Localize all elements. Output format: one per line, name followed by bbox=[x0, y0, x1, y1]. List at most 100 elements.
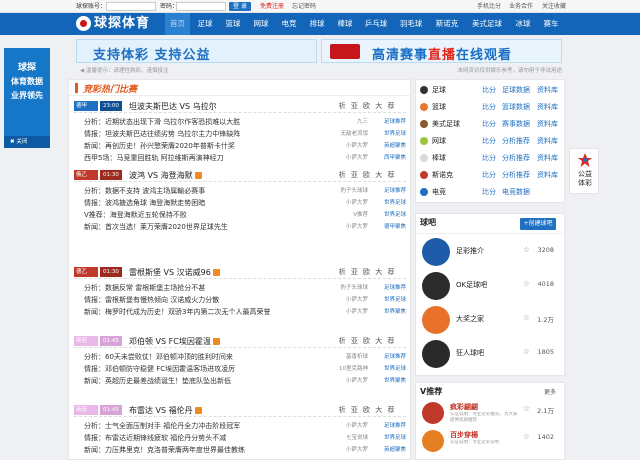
sport-database-link[interactable]: 资料库 bbox=[537, 82, 558, 98]
news-author[interactable]: 小萨大罗 bbox=[346, 140, 368, 152]
sport-name[interactable]: 美式足球 bbox=[432, 116, 460, 132]
news-source[interactable]: 世界足球 bbox=[384, 209, 406, 221]
sport-data-link[interactable]: 足球数据 bbox=[502, 82, 530, 98]
forum-name[interactable]: 狂人球吧 bbox=[456, 348, 484, 358]
left-floating-ad[interactable]: 球探 体育数据 业界领先 ✖ 关闭 bbox=[4, 48, 50, 148]
news-source[interactable]: 世界聚焦 bbox=[384, 306, 406, 318]
sport-data-link[interactable]: 赛事数据 bbox=[502, 116, 530, 132]
business-link[interactable]: 业务合作 bbox=[509, 2, 533, 11]
v-name[interactable]: 疯彩翩翩 bbox=[450, 402, 478, 412]
password-input[interactable] bbox=[176, 2, 226, 11]
league-tag[interactable]: 德乙 bbox=[74, 267, 98, 277]
forum-item[interactable]: OK足球吧 ☆ 4018 bbox=[420, 270, 564, 302]
sport-score-link[interactable]: 比分 bbox=[482, 150, 496, 166]
forgot-password-link[interactable]: 忘记密码 bbox=[292, 2, 316, 11]
news-author[interactable]: 九三 bbox=[357, 116, 368, 128]
nav-racing[interactable]: 赛车 bbox=[538, 13, 564, 35]
account-input[interactable] bbox=[106, 2, 156, 11]
news-source[interactable]: 世界聚焦 bbox=[384, 375, 406, 387]
sport-score-link[interactable]: 比分 bbox=[482, 167, 496, 183]
news-author[interactable]: 小萨大罗 bbox=[346, 294, 368, 306]
sport-database-link[interactable]: 资料库 bbox=[537, 116, 558, 132]
sport-score-link[interactable]: 比分 bbox=[482, 99, 496, 115]
sport-database-link[interactable]: 资料库 bbox=[537, 99, 558, 115]
news-author[interactable]: 豹子头球球 bbox=[340, 282, 368, 294]
news-author[interactable]: 小萨大罗 bbox=[346, 197, 368, 209]
sport-data-link[interactable]: 电竞数据 bbox=[502, 184, 530, 200]
news-source[interactable]: 世界足球 bbox=[384, 128, 406, 140]
login-button[interactable]: 登 录 bbox=[229, 2, 251, 11]
nav-tennis[interactable]: 网球 bbox=[248, 13, 274, 35]
forum-name[interactable]: OK足球吧 bbox=[456, 280, 487, 290]
nav-volleyball[interactable]: 排球 bbox=[304, 13, 330, 35]
match-quick-links[interactable]: 析 亚 欧 大 荐 bbox=[339, 100, 396, 113]
news-source[interactable]: 世界足球 bbox=[384, 363, 406, 375]
forum-item[interactable]: 足彩推介 ☆ 3208 bbox=[420, 236, 564, 268]
sport-score-link[interactable]: 比分 bbox=[482, 82, 496, 98]
news-source[interactable]: 德甲聚焦 bbox=[384, 221, 406, 233]
forum-item[interactable]: 大奖之家 ☆ 1.2万 bbox=[420, 304, 564, 336]
mobile-score-link[interactable]: 手机比分 bbox=[477, 2, 501, 11]
news-author[interactable]: 小萨大罗 bbox=[346, 221, 368, 233]
news-author[interactable]: 豹子头球球 bbox=[340, 185, 368, 197]
create-forum-button[interactable]: +创建球吧 bbox=[520, 218, 556, 230]
match-name[interactable]: 布雷达 VS 福伦丹 bbox=[129, 404, 202, 417]
news-source[interactable]: 世界足球 bbox=[384, 197, 406, 209]
news-source[interactable]: 西甲聚焦 bbox=[384, 152, 406, 164]
news-source[interactable]: 足球推荐 bbox=[384, 185, 406, 197]
nav-badminton[interactable]: 羽毛球 bbox=[394, 13, 428, 35]
news-title[interactable]: 西甲5场：马竞重回胜轨 阿拉维斯再演神经刀 bbox=[84, 152, 224, 164]
match-name[interactable]: 坦波夫斯巴达 VS 乌拉尔 bbox=[129, 100, 217, 113]
league-tag[interactable]: 英冠 bbox=[74, 405, 98, 415]
news-title[interactable]: 情报：邓伯顿防守稳健 FC埃因霍温客场进攻凌厉 bbox=[84, 363, 235, 375]
favorite-link[interactable]: 关注收藏 bbox=[542, 2, 566, 11]
v-recommend-more-link[interactable]: 更多 bbox=[544, 387, 556, 396]
star-icon[interactable]: ☆ bbox=[523, 313, 530, 322]
news-title[interactable]: 情报：雷根斯堡有慢热倾向 汉诺威火力分散 bbox=[84, 294, 219, 306]
news-title[interactable]: 分析：近期状态出现下滑 乌拉尔作客恐损难以大胜 bbox=[84, 116, 240, 128]
news-source[interactable]: 英超聚焦 bbox=[384, 140, 406, 152]
news-author[interactable]: 小萨大罗 bbox=[346, 306, 368, 318]
news-title[interactable]: 分析：60天未尝败仗！邓伯顿冲顶的胜利时间来 bbox=[84, 351, 233, 363]
news-source[interactable]: 世界足球 bbox=[384, 432, 406, 444]
sport-data-link[interactable]: 篮球数据 bbox=[502, 99, 530, 115]
news-title[interactable]: 分析：数据不支持 波鸿主场属輸必赛事 bbox=[84, 185, 205, 197]
sport-name[interactable]: 斯诺克 bbox=[432, 167, 453, 183]
sport-data-link[interactable]: 分析推荐 bbox=[502, 133, 530, 149]
sport-database-link[interactable]: 资料库 bbox=[537, 150, 558, 166]
match-name[interactable]: 雷根斯堡 VS 汉诺威96 bbox=[129, 266, 220, 279]
sport-database-link[interactable]: 资料库 bbox=[537, 167, 558, 183]
news-source[interactable]: 足球推荐 bbox=[384, 420, 406, 432]
nav-table-tennis[interactable]: 乒乓球 bbox=[360, 13, 392, 35]
sport-name[interactable]: 网球 bbox=[432, 133, 446, 149]
news-title[interactable]: 新闻：力压弗里克！克洛普荣膺两年度世界最佳教练 bbox=[84, 444, 245, 456]
sport-name[interactable]: 电竞 bbox=[432, 184, 446, 200]
news-title[interactable]: 新闻：梅罗时代成为历史！双骄3年内第二次无个人最高荣誉 bbox=[84, 306, 270, 318]
news-source[interactable]: 足球推荐 bbox=[384, 116, 406, 128]
nav-baseball[interactable]: 棒球 bbox=[332, 13, 358, 35]
news-title[interactable]: V推荐：海登海默近五轮保持不败 bbox=[84, 209, 187, 221]
v-name[interactable]: 百步穿楊 bbox=[450, 430, 478, 440]
news-author[interactable]: 10里克路神 bbox=[339, 363, 368, 375]
sport-data-link[interactable]: 分析推荐 bbox=[502, 150, 530, 166]
news-title[interactable]: 新闻：首次当选！莱万荣膺2020世界足球先生 bbox=[84, 221, 228, 233]
news-author[interactable]: 小萨大罗 bbox=[346, 444, 368, 456]
match-quick-links[interactable]: 析 亚 欧 大 荐 bbox=[339, 266, 396, 279]
news-title[interactable]: 情报：坦波夫斯巴达往绩劣势 乌拉尔主力中锋缺阵 bbox=[84, 128, 240, 140]
news-title[interactable]: 新闻：英超历史最差战绩诞生！垫底队坠出新低 bbox=[84, 375, 231, 387]
register-link[interactable]: 免费注册 bbox=[260, 2, 284, 11]
nav-ice-hockey[interactable]: 冰球 bbox=[510, 13, 536, 35]
news-title[interactable]: 分析：数据反常 雷根斯堡主场抢分不甚 bbox=[84, 282, 205, 294]
news-author[interactable]: 小萨大罗 bbox=[346, 152, 368, 164]
sport-score-link[interactable]: 比分 bbox=[482, 116, 496, 132]
sport-name[interactable]: 篮球 bbox=[432, 99, 446, 115]
news-author[interactable]: 七宝说球 bbox=[346, 432, 368, 444]
nav-basketball[interactable]: 篮球 bbox=[220, 13, 246, 35]
news-author[interactable]: 小萨大罗 bbox=[346, 375, 368, 387]
news-author[interactable]: 无敌老流氓 bbox=[340, 128, 368, 140]
star-icon[interactable]: ☆ bbox=[523, 432, 530, 441]
left-ad-close-button[interactable]: ✖ 关闭 bbox=[4, 136, 50, 148]
forum-name[interactable]: 大奖之家 bbox=[456, 314, 484, 324]
news-source[interactable]: 世界足球 bbox=[384, 294, 406, 306]
nav-american-football[interactable]: 美式足球 bbox=[466, 13, 508, 35]
